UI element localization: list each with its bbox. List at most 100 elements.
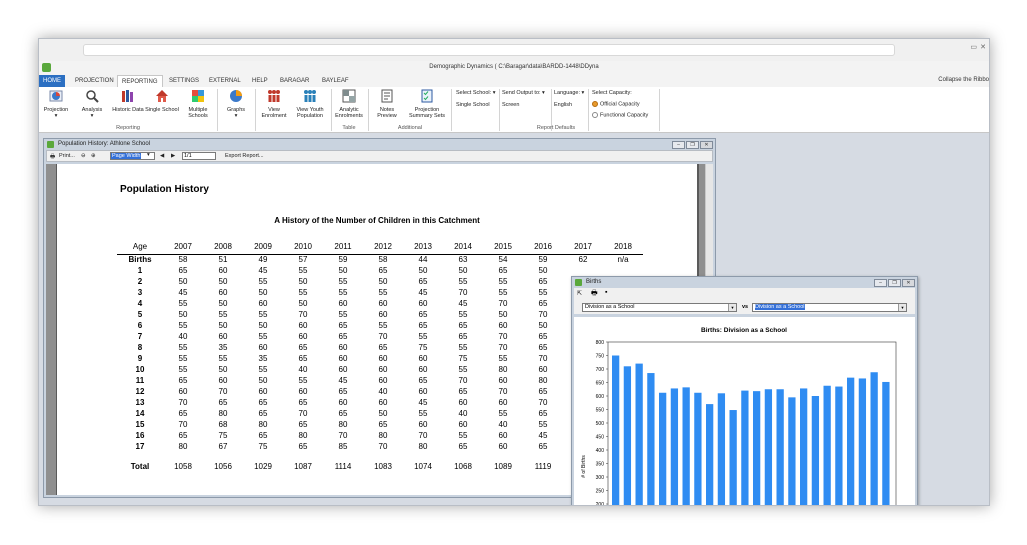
radio-unselected-icon	[592, 112, 598, 118]
table-cell: 44	[418, 254, 428, 264]
export-report-button[interactable]: Export Report...	[225, 153, 264, 159]
table-cell: 60	[498, 320, 508, 330]
pie-chart-icon	[230, 90, 242, 102]
printer-icon[interactable]: 🖶	[591, 289, 598, 300]
address-bar[interactable]	[83, 44, 895, 56]
table-cell: 65	[538, 342, 548, 352]
table-cell: 65	[458, 386, 468, 396]
table-cell: 13	[135, 397, 145, 407]
save-icon[interactable]: ▪	[605, 289, 607, 296]
table-cell: 70	[498, 331, 508, 341]
table-cell: 54	[498, 254, 508, 264]
minimize-icon[interactable]: –	[874, 279, 887, 287]
table-cell: 65	[338, 408, 348, 418]
table-row: 4 55 50 60 50 60 60 60 45 70 65	[117, 298, 643, 309]
table-cell: 1058	[174, 462, 192, 471]
table-cell: 40	[378, 386, 388, 396]
table-cell: 65	[378, 265, 388, 275]
historic-data-button[interactable]: Historic Data	[111, 89, 145, 113]
send-output-dropdown[interactable]: Send Output to: ▾	[502, 90, 545, 96]
print-button[interactable]: Print...	[59, 153, 75, 159]
table-cell: 58	[178, 254, 188, 264]
page-number-input[interactable]: 1/1	[182, 152, 216, 160]
export-icon[interactable]: ⇱	[577, 290, 582, 297]
graphs-button[interactable]: Graphs ▾	[219, 89, 253, 119]
tab-help[interactable]: HELP	[248, 75, 272, 87]
tab-home[interactable]: HOME	[39, 75, 65, 87]
table-row: 9 55 55 35 65 60 60 60 75 55 70	[117, 353, 643, 364]
minimize-icon[interactable]: –	[672, 141, 685, 149]
table-cell	[563, 265, 603, 276]
next-page-icon[interactable]: ▶	[171, 153, 175, 159]
analytic-enrolments-button[interactable]: Analytic Enrolments	[332, 89, 366, 119]
tab-baragar[interactable]: BARAGAR	[276, 75, 313, 87]
table-cell: 1114	[334, 462, 352, 471]
chart-bar	[882, 381, 890, 505]
tab-external[interactable]: EXTERNAL	[205, 75, 245, 87]
historic-data-label: Historic Data	[112, 107, 144, 113]
restore-icon[interactable]: ❐	[686, 141, 699, 149]
tab-projection[interactable]: PROJECTION	[71, 75, 118, 87]
functional-capacity-radio[interactable]: Functional Capacity	[592, 112, 648, 118]
table-cell: 70	[178, 397, 188, 407]
prev-page-icon[interactable]: ◀	[160, 153, 164, 159]
tab-reporting[interactable]: REPORTING	[117, 75, 163, 87]
collapse-ribbon-link[interactable]: Collapse the Ribbo	[938, 77, 989, 83]
close-icon[interactable]: ✕	[700, 141, 713, 149]
notes-preview-label: Notes Preview	[377, 107, 397, 119]
table-row: 16 65 75 65 80 70 80 70 55 60 45	[117, 430, 643, 441]
chart-bar	[847, 377, 855, 505]
table-cell: 1119	[534, 462, 552, 471]
chevron-down-icon[interactable]: ▾	[147, 152, 150, 158]
chrome-minimize-icon[interactable]: ▭	[970, 43, 977, 51]
table-cell: 55	[538, 287, 548, 297]
tab-settings[interactable]: SETTINGS	[165, 75, 203, 87]
table-cell: 60	[298, 331, 308, 341]
births-window-title-bar[interactable]: Births – ❐ ✕	[572, 277, 917, 288]
table-cell: 70	[498, 342, 508, 352]
printer-icon[interactable]: 🖶	[50, 153, 55, 162]
column-header: 2012	[363, 239, 403, 255]
chart-bar	[811, 396, 820, 505]
projection-button[interactable]: Projection ▾	[39, 89, 73, 119]
notes-preview-button[interactable]: Notes Preview	[370, 89, 404, 119]
table-cell: 67	[218, 441, 228, 451]
table-row: 2 50 50 55 50 55 50 65 55 55 65	[117, 276, 643, 287]
report-window-title-bar[interactable]: Population History: Athlone School – ❐ ✕	[44, 139, 715, 150]
table-cell: 50	[298, 298, 308, 308]
view-youth-population-button[interactable]: View Youth Population	[291, 89, 329, 119]
table-cell: 55	[498, 287, 508, 297]
chrome-close-icon[interactable]: ✕	[980, 43, 986, 51]
left-division-select[interactable]: Division as a School ▼	[582, 303, 737, 312]
projection-summary-sets-button[interactable]: Projection Summary Sets	[406, 89, 448, 119]
table-row: 13 70 65 65 65 60 60 45 60 60 70	[117, 397, 643, 408]
table-row: Births 58 51 49 57 59 58 44 63 54 59 62 n/a	[117, 254, 643, 265]
table-cell: 17	[135, 441, 145, 451]
zoom-out-icon[interactable]: ⊖	[81, 153, 86, 159]
table-row: 15 70 68 80 65 80 65 60 60 40 55	[117, 419, 643, 430]
report-window-title: Population History: Athlone School	[58, 141, 151, 147]
official-capacity-radio[interactable]: Official Capacity	[592, 101, 640, 107]
zoom-in-icon[interactable]: ⊕	[91, 153, 96, 159]
notes-icon	[381, 89, 393, 103]
table-cell: 65	[298, 441, 308, 451]
close-icon[interactable]: ✕	[902, 279, 915, 287]
view-enrolment-button[interactable]: View Enrolment	[257, 89, 291, 119]
analysis-button[interactable]: Analysis ▾	[75, 89, 109, 119]
table-cell: 65	[298, 419, 308, 429]
multiple-schools-button[interactable]: Multiple Schools	[181, 89, 215, 119]
table-cell: 7	[137, 331, 143, 341]
table-cell: 65	[378, 342, 388, 352]
single-school-button[interactable]: Single School	[145, 89, 179, 113]
chart-bar	[835, 386, 843, 505]
right-division-select[interactable]: Division as a School ▼	[752, 303, 907, 312]
table-cell: 60	[458, 397, 468, 407]
restore-icon[interactable]: ❐	[888, 279, 901, 287]
table-cell: 49	[258, 254, 268, 264]
tab-bayleaf[interactable]: BAYLEAF	[318, 75, 353, 87]
table-cell: 5	[137, 309, 143, 319]
select-school-dropdown[interactable]: Select School: ▾	[456, 90, 495, 96]
language-dropdown[interactable]: Language: ▾	[554, 90, 584, 96]
table-cell: 50	[218, 364, 228, 374]
table-cell: 80	[338, 419, 348, 429]
